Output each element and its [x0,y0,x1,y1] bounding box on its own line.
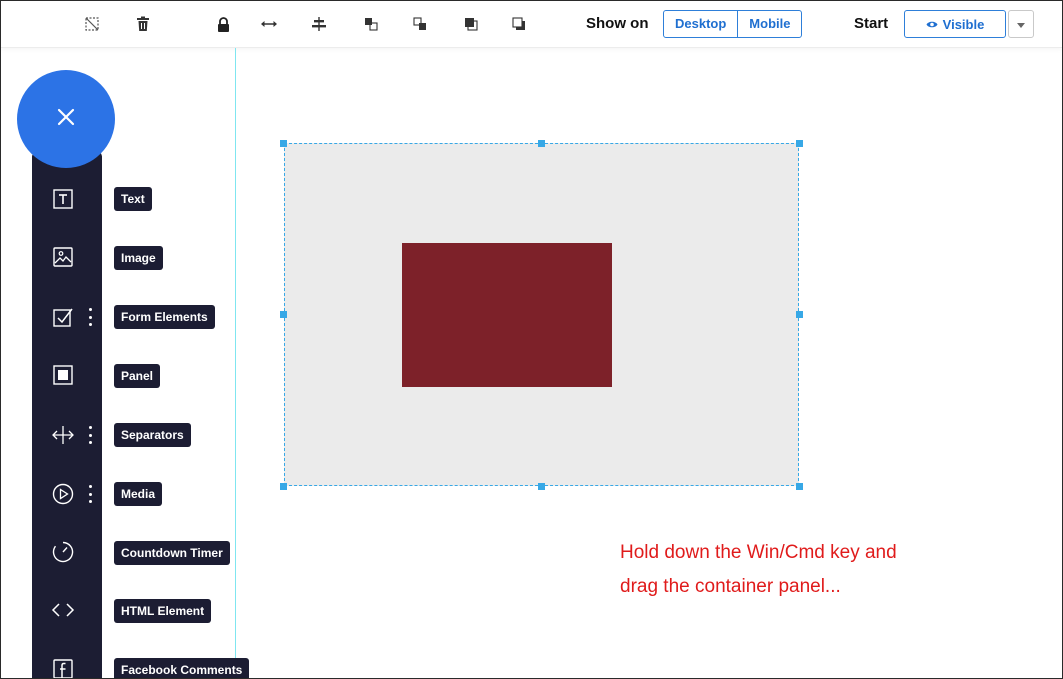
visibility-dropdown-button[interactable] [1008,10,1034,38]
desktop-button[interactable]: Desktop [664,11,737,37]
inner-panel-element[interactable] [402,243,612,387]
instruction-line-2: drag the container panel... [620,576,841,597]
visibility-value: Visible [942,16,985,32]
resize-handle-top-left[interactable] [280,140,287,147]
align-center-icon[interactable] [310,15,328,33]
tooltip-media[interactable]: Media [114,482,163,506]
show-on-label: Show on [586,15,649,32]
resize-handle-top-right[interactable] [796,140,803,147]
visibility-button[interactable]: Visible [904,10,1006,38]
no-select-icon[interactable] [83,15,101,33]
panel-icon[interactable] [50,362,76,388]
timer-icon[interactable] [50,539,76,565]
resize-handle-bottom-left[interactable] [280,483,287,490]
play-icon[interactable] [50,481,76,507]
instruction-line-1: Hold down the Win/Cmd key and [620,542,897,563]
trash-icon[interactable] [134,15,152,33]
mobile-button[interactable]: Mobile [737,11,801,37]
close-icon [56,107,76,132]
bring-to-front-icon[interactable] [462,15,480,33]
resize-handle-bottom-right[interactable] [796,483,803,490]
resize-handle-top[interactable] [538,140,545,147]
text-icon[interactable] [50,186,76,212]
start-label: Start [854,15,889,32]
device-toggle: Desktop Mobile [663,10,803,38]
eye-icon [926,17,938,32]
stretch-width-icon[interactable] [260,15,278,33]
close-panel-button[interactable] [17,70,115,168]
vertical-guide-line [235,48,236,678]
tooltip-image[interactable]: Image [114,246,163,270]
facebook-icon[interactable] [50,656,76,678]
resize-handle-left[interactable] [280,311,287,318]
tooltip-separators[interactable]: Separators [114,423,191,447]
more-options-icon[interactable] [87,426,93,444]
lock-icon[interactable] [214,15,232,33]
tooltip-html-element[interactable]: HTML Element [114,599,212,623]
editor-window: Show on Desktop Mobile Start Visible Tex… [0,0,1063,679]
tooltip-form-elements[interactable]: Form Elements [114,305,215,329]
send-to-back-icon[interactable] [510,15,528,33]
tooltip-panel[interactable]: Panel [114,364,161,388]
image-icon[interactable] [50,244,76,270]
separator-icon[interactable] [50,422,76,448]
more-options-icon[interactable] [87,308,93,326]
caret-down-icon [1017,15,1025,33]
code-icon[interactable] [50,597,76,623]
top-toolbar: Show on Desktop Mobile Start Visible [1,1,1062,48]
send-backward-icon[interactable] [411,15,429,33]
more-options-icon[interactable] [87,485,93,503]
tooltip-facebook-comments[interactable]: Facebook Comments [114,658,250,678]
resize-handle-right[interactable] [796,311,803,318]
bring-forward-icon[interactable] [362,15,380,33]
checkbox-icon[interactable] [50,304,76,330]
tooltip-countdown-timer[interactable]: Countdown Timer [114,541,230,565]
tooltip-text[interactable]: Text [114,187,152,211]
resize-handle-bottom[interactable] [538,483,545,490]
instruction-annotation: Hold down the Win/Cmd key and drag the c… [620,536,1040,604]
